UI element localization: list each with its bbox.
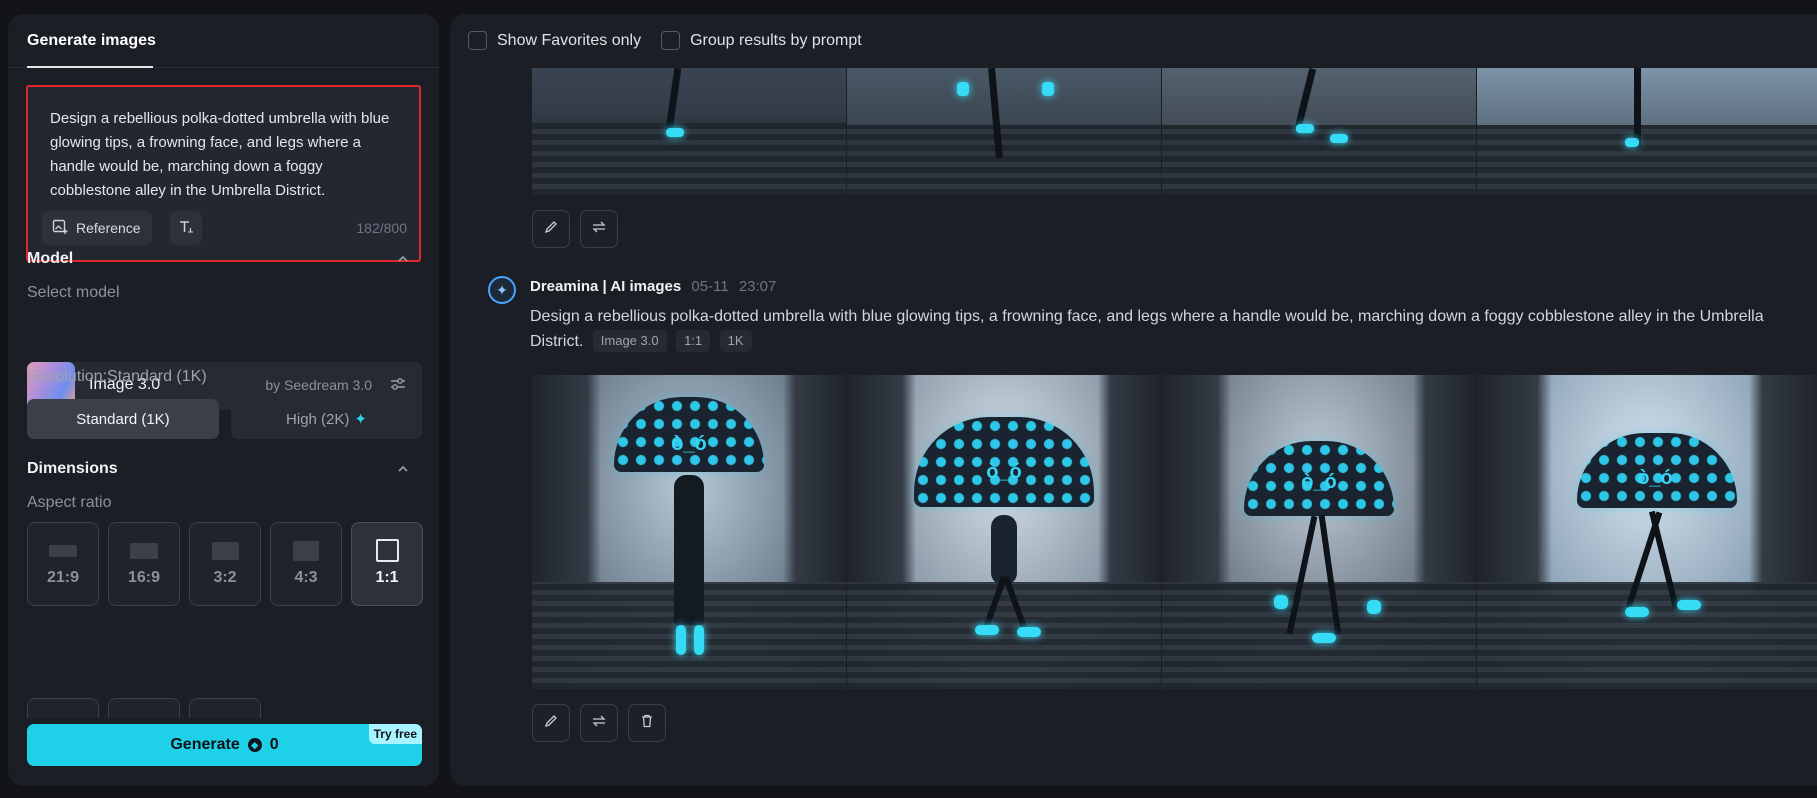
aspect-ratio-label: Aspect ratio [27, 494, 112, 511]
settings-sliders-icon[interactable] [390, 376, 406, 397]
generate-label: Generate [170, 736, 240, 753]
ratio-shape [49, 545, 77, 557]
entry-date: 05-11 [691, 278, 729, 295]
generated-image-2[interactable]: ò_ó [847, 375, 1161, 689]
prompt-box[interactable]: Design a rebellious polka-dotted umbrell… [26, 85, 421, 262]
tag-model: Image 3.0 [592, 330, 667, 352]
ratio-label: 4:3 [294, 569, 318, 586]
entry-time: 23:07 [738, 278, 777, 295]
ratio-shape [212, 542, 239, 560]
resolution-high-button[interactable]: High (2K) ✦ [231, 399, 422, 439]
resolution-label: Resolution:Standard (1K) [27, 368, 207, 385]
previous-image-1[interactable] [532, 68, 846, 195]
tab-bar: Generate images [8, 14, 439, 68]
umbrella-face: ò_ó [1637, 467, 1673, 489]
model-provider: by Seedream 3.0 [265, 377, 372, 393]
resolution-standard-label: Standard (1K) [76, 410, 170, 428]
reference-label: Reference [76, 220, 141, 236]
ratio-label: 3:2 [213, 569, 237, 586]
results-panel: Show Favorites only Group results by pro… [450, 14, 1817, 786]
group-label: Group results by prompt [690, 31, 862, 49]
tab-generate-images[interactable]: Generate images [27, 32, 156, 50]
select-model-label: Select model [27, 284, 120, 301]
reference-button[interactable]: Reference [42, 211, 152, 245]
ratio-more-button[interactable] [27, 698, 99, 718]
coin-icon: ◆ [247, 738, 262, 752]
favorites-label: Show Favorites only [497, 31, 642, 49]
ratio-21-9-button[interactable]: 21:9 [27, 522, 99, 606]
tab-underline [27, 66, 153, 68]
umbrella-face: ò_ó [671, 433, 707, 455]
ratio-more-button[interactable] [108, 698, 180, 718]
entry-author: Dreamina | AI images [530, 278, 682, 295]
ratio-more-button[interactable] [189, 698, 261, 718]
generated-image-1[interactable]: ò_ó [532, 375, 846, 689]
result-filters: Show Favorites only Group results by pro… [468, 31, 882, 50]
dreamina-logo-icon: ✦ [488, 276, 516, 304]
edit-prompt-button[interactable] [532, 210, 570, 248]
reference-icon [52, 219, 68, 238]
ratio-label: 21:9 [46, 569, 80, 586]
generate-panel: Generate images Design a rebellious polk… [8, 14, 439, 786]
ratio-shape [293, 541, 319, 561]
regenerate-button[interactable] [580, 210, 618, 248]
ratio-label: 16:9 [127, 569, 161, 586]
char-counter: 182/800 [356, 220, 407, 236]
ratio-3-2-button[interactable]: 3:2 [189, 522, 261, 606]
delete-icon [639, 713, 655, 734]
umbrella-face: ò_ó [986, 461, 1022, 483]
ratio-16-9-button[interactable]: 16:9 [108, 522, 180, 606]
sparkle-icon: ✦ [354, 411, 367, 428]
favorites-checkbox[interactable] [468, 31, 487, 50]
model-collapse-chevron-up-icon[interactable] [397, 252, 409, 268]
edit-icon [543, 713, 559, 734]
resolution-high-label: High (2K) [286, 410, 350, 428]
generated-image-4[interactable]: ò_ó [1477, 375, 1817, 689]
tag-resolution: 1K [719, 330, 752, 352]
delete-button[interactable] [628, 704, 666, 742]
generate-button[interactable]: Generate ◆ 0 Try free [27, 724, 422, 766]
ratio-1-1-button[interactable]: 1:1 [351, 522, 423, 606]
ratio-label: 1:1 [375, 569, 399, 586]
tag-ratio: 1:1 [676, 330, 711, 352]
prompt-textarea[interactable]: Design a rebellious polka-dotted umbrell… [50, 107, 400, 203]
previous-image-4[interactable] [1477, 68, 1817, 195]
regenerate-icon [591, 219, 607, 240]
text-style-icon [178, 219, 194, 238]
group-checkbox[interactable] [661, 31, 681, 50]
entry-header: Dreamina | AI images 05-11 23:07 [530, 278, 776, 295]
credit-count: 0 [269, 736, 279, 753]
previous-image-3[interactable] [1162, 68, 1476, 195]
regenerate-icon [591, 713, 607, 734]
dimensions-collapse-chevron-up-icon[interactable] [397, 462, 409, 478]
edit-prompt-button[interactable] [532, 704, 570, 742]
text-style-button[interactable] [170, 211, 202, 245]
ratio-shape [376, 539, 399, 562]
try-free-badge: Try free [368, 724, 422, 744]
previous-image-2[interactable] [847, 68, 1161, 195]
entry-prompt-text: Design a rebellious polka-dotted umbrell… [530, 308, 1764, 350]
resolution-standard-button[interactable]: Standard (1K) [27, 399, 219, 439]
ratio-shape [130, 543, 158, 559]
favorites-filter[interactable]: Show Favorites only [468, 31, 641, 50]
dimensions-section-title: Dimensions [27, 460, 118, 477]
umbrella-face: ò_ó [1301, 471, 1337, 493]
ratio-4-3-button[interactable]: 4:3 [270, 522, 342, 606]
model-section-title: Model [27, 250, 74, 267]
edit-icon [543, 219, 559, 240]
generated-image-3[interactable]: ò_ó [1162, 375, 1476, 689]
regenerate-button[interactable] [580, 704, 618, 742]
entry-prompt[interactable]: Design a rebellious polka-dotted umbrell… [530, 304, 1800, 354]
group-filter[interactable]: Group results by prompt [661, 31, 862, 50]
